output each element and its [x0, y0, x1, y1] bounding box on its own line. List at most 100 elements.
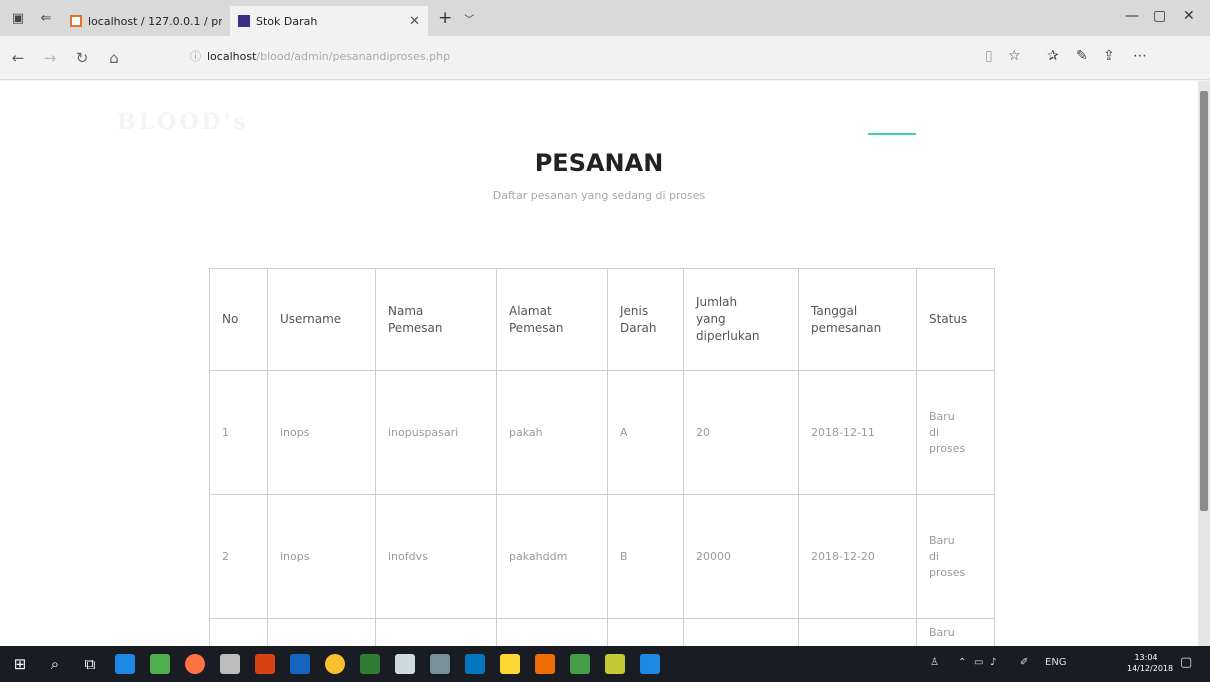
close-window-icon[interactable]: ✕: [1183, 8, 1195, 24]
column-header-line: Pemesan: [388, 320, 443, 335]
column-header-line: No: [222, 312, 239, 326]
forward-icon[interactable]: →: [36, 49, 64, 67]
table-cell: pakah: [496, 370, 608, 495]
column-header: Username: [267, 268, 376, 371]
table-cell: 1: [209, 370, 268, 495]
volume-icon[interactable]: ♪: [990, 657, 996, 668]
task-view-icon[interactable]: ⧉: [80, 654, 100, 674]
search-icon[interactable]: ⌕: [45, 654, 65, 674]
table-cell: Baru di proses: [916, 370, 995, 495]
url-path: /blood/admin/pesanandiproses.php: [256, 49, 451, 63]
start-windows-icon[interactable]: ⊞: [10, 654, 30, 674]
firefox-icon[interactable]: [185, 654, 205, 674]
column-header-line: Status: [929, 312, 968, 326]
more-menu-icon[interactable]: ⋯: [1133, 48, 1147, 64]
column-header: Nama Pemesan: [375, 268, 497, 371]
browser-tab-bar: ▣ ⇐ localhost / 127.0.0.1 / pmi / Stok D…: [0, 0, 1210, 36]
table-cell: pakahddm: [496, 494, 608, 619]
table-cell: inops: [267, 370, 376, 495]
excel-icon[interactable]: [360, 654, 380, 674]
column-header: Alamat Pemesan: [496, 268, 608, 371]
column-header: Status: [916, 268, 995, 371]
app-blue-icon[interactable]: [465, 654, 485, 674]
set-aside-tabs-icon[interactable]: ⇐: [36, 8, 56, 28]
table-cell: [798, 618, 917, 646]
column-header-line: Darah: [620, 320, 657, 335]
column-header-line: Alamat: [509, 303, 552, 318]
table-cell: A: [607, 370, 684, 495]
windows-taskbar: ⊞ ⌕ ⧉ ♙ ⌃ ▭ ♪ ✐ ENG 13:04 14/12/2018 ▢: [0, 646, 1210, 682]
app-gray-icon[interactable]: [430, 654, 450, 674]
column-header-line: Nama: [388, 303, 424, 318]
table-cell: [496, 618, 608, 646]
xampp-icon[interactable]: [535, 654, 555, 674]
close-tab-icon[interactable]: ✕: [409, 14, 420, 29]
pen-icon[interactable]: ✐: [1020, 657, 1028, 668]
table-cell: 2018-12-20: [798, 494, 917, 619]
column-header-line: yang: [696, 312, 726, 326]
clock-time: 13:04: [1134, 653, 1158, 662]
nav-active-indicator: [868, 133, 916, 135]
page-content: BLOOD's PESANAN Daftar pesanan yang seda…: [0, 81, 1198, 646]
app-window-icon[interactable]: [640, 654, 660, 674]
home-icon[interactable]: ⌂: [100, 49, 128, 67]
chrome-icon[interactable]: [325, 654, 345, 674]
info-icon: ⓘ: [190, 50, 201, 63]
table-body: 1 inops inopuspasari pakah A 20 2018-12-11 Baru…: [209, 370, 995, 646]
table-cell: 2: [209, 494, 268, 619]
refresh-icon[interactable]: ↻: [68, 49, 96, 67]
browser-tab-phpmyadmin[interactable]: localhost / 127.0.0.1 / pmi /: [62, 6, 230, 36]
table-cell: 2018-12-11: [798, 370, 917, 495]
table-cell: inofdvs: [375, 494, 497, 619]
powerpoint-icon[interactable]: [255, 654, 275, 674]
system-clock[interactable]: 13:04 14/12/2018: [1127, 652, 1173, 674]
maximize-icon[interactable]: ▢: [1153, 8, 1166, 24]
notepad-icon[interactable]: [605, 654, 625, 674]
table-row: 2 inops inofdvs pakahddm B 20000 2018-12-20 Bar…: [209, 494, 995, 619]
tab-manager-icon[interactable]: ▣: [8, 8, 28, 28]
page-subtitle: Daftar pesanan yang sedang di proses: [492, 189, 706, 202]
table-header-row: No Username Nama Pemesan Alamat Pemesan Jenis D…: [209, 268, 995, 371]
favorites-hub-icon[interactable]: ✰: [1047, 48, 1059, 64]
app-green-square-icon[interactable]: [570, 654, 590, 674]
table-cell: [267, 618, 376, 646]
back-icon[interactable]: ←: [4, 49, 32, 67]
browser-tab-stok-darah[interactable]: Stok Darah ✕: [230, 6, 428, 36]
column-header-line: Username: [280, 312, 342, 326]
chevron-down-icon[interactable]: ﹀: [464, 11, 474, 26]
table-cell: inops: [267, 494, 376, 619]
share-icon[interactable]: ⇪: [1103, 48, 1115, 64]
favorite-star-icon[interactable]: ☆: [1008, 48, 1021, 64]
page-scrollbar[interactable]: [1198, 81, 1210, 646]
edge-browser-icon[interactable]: [115, 654, 135, 674]
column-header: Tanggal pemesanan: [798, 268, 917, 371]
column-header-line: Tanggal: [811, 303, 858, 318]
scrollbar-thumb[interactable]: [1200, 91, 1208, 511]
table-cell: [209, 618, 268, 646]
word-icon[interactable]: [290, 654, 310, 674]
new-tab-icon[interactable]: +: [438, 8, 452, 28]
network-icon[interactable]: ▭: [974, 657, 983, 668]
file-explorer-icon[interactable]: [500, 654, 520, 674]
table-cell: inopuspasari: [375, 370, 497, 495]
column-header: Jenis Darah: [607, 268, 684, 371]
phpmyadmin-favicon-icon: [70, 15, 82, 27]
language-indicator[interactable]: ENG: [1045, 657, 1067, 668]
site-brand-logo[interactable]: BLOOD's: [117, 109, 249, 135]
url-field[interactable]: ⓘ localhost/blood/admin/pesanandiproses.…: [190, 48, 450, 64]
column-header-line: Pemesan: [509, 320, 564, 335]
app-grid-icon[interactable]: [220, 654, 240, 674]
column-header: No: [209, 268, 268, 371]
address-bar: ← → ↻ ⌂ ⓘ localhost/blood/admin/pesanand…: [0, 36, 1210, 80]
reading-view-icon[interactable]: ▯: [985, 48, 993, 64]
people-icon[interactable]: ♙: [930, 657, 939, 668]
column-header-line: diperlukan: [696, 329, 760, 343]
notes-pen-icon[interactable]: ✎: [1076, 48, 1088, 64]
app-green-icon[interactable]: [150, 654, 170, 674]
minimize-icon[interactable]: —: [1125, 8, 1139, 24]
notifications-icon[interactable]: ▢: [1180, 655, 1192, 670]
table-cell: Baru: [916, 618, 995, 646]
column-header: Jumlah yang diperlukan: [683, 268, 799, 371]
network-app-icon[interactable]: [395, 654, 415, 674]
tray-chevron-up-icon[interactable]: ⌃: [958, 657, 966, 668]
